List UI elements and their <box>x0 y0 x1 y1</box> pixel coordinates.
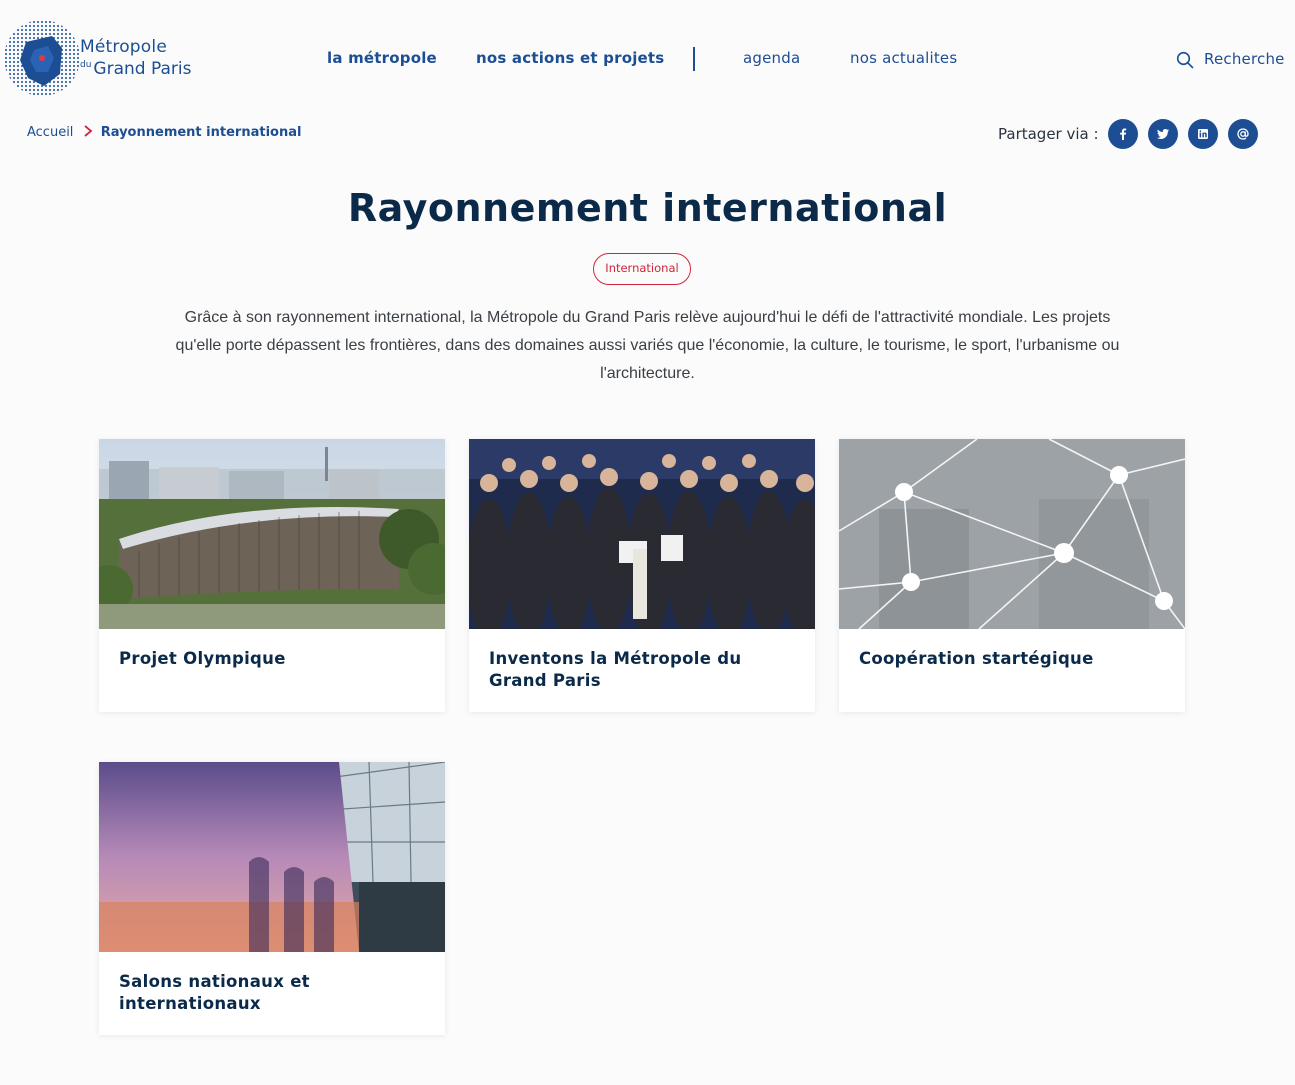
card-title: Inventons la Métropole du Grand Paris <box>489 649 742 690</box>
breadcrumb: Accueil Rayonnement international <box>27 125 301 143</box>
card-inventons-la-metropole[interactable]: Inventons la Métropole du Grand Paris <box>469 439 815 712</box>
card-projet-olympique[interactable]: Projet Olympique <box>99 439 445 712</box>
logo-title-line2: Grand Paris <box>93 59 192 79</box>
nav-nos-actions-et-projets[interactable]: nos actions et projets <box>476 49 664 67</box>
share-facebook-button[interactable] <box>1108 119 1138 149</box>
trade-show-image-icon <box>99 762 445 952</box>
facebook-icon <box>1120 128 1127 140</box>
card-image <box>99 762 445 952</box>
email-at-icon <box>1237 128 1249 140</box>
card-title: Projet Olympique <box>119 649 286 668</box>
group-photo-image-icon <box>469 439 815 629</box>
site-logo[interactable]: Métropole du Grand Paris <box>4 16 204 100</box>
card-title: Salons nationaux et internationaux <box>119 972 310 1013</box>
breadcrumb-home[interactable]: Accueil <box>27 125 73 140</box>
network-graph-image-icon <box>839 439 1185 629</box>
category-tag[interactable]: International <box>593 253 691 285</box>
logo-du: du <box>80 60 92 70</box>
search-label: Recherche <box>1204 50 1285 68</box>
chevron-right-icon <box>83 125 92 137</box>
share-email-button[interactable] <box>1228 119 1258 149</box>
card-image <box>469 439 815 629</box>
share-twitter-button[interactable] <box>1148 119 1178 149</box>
intro-paragraph: Grâce à son rayonnement international, l… <box>175 309 1120 382</box>
card-salons-nationaux[interactable]: Salons nationaux et internationaux <box>99 762 445 1035</box>
nav-la-metropole[interactable]: la métropole <box>327 49 437 67</box>
search-icon <box>1176 51 1194 69</box>
page-title: Rayonnement international <box>347 186 948 230</box>
site-header: Métropole du Grand Paris la métropole nos… <box>0 0 1295 110</box>
olympic-aquatics-image-icon <box>99 439 445 629</box>
nav-agenda[interactable]: agenda <box>743 49 800 67</box>
logo-title-line1: Métropole <box>80 37 167 57</box>
nav-divider <box>693 47 695 71</box>
nav-nos-actualites[interactable]: nos actualites <box>850 49 957 67</box>
linkedin-icon <box>1198 129 1208 139</box>
card-cooperation-strategique[interactable]: Coopération startégique <box>839 439 1185 712</box>
twitter-icon <box>1157 129 1169 139</box>
breadcrumb-current: Rayonnement international <box>100 125 302 140</box>
card-title: Coopération startégique <box>859 649 1094 668</box>
card-image <box>99 439 445 629</box>
logo-mark-icon <box>4 20 80 96</box>
card-image <box>839 439 1185 629</box>
share-linkedin-button[interactable] <box>1188 119 1218 149</box>
share-label: Partager via : <box>998 125 1099 143</box>
